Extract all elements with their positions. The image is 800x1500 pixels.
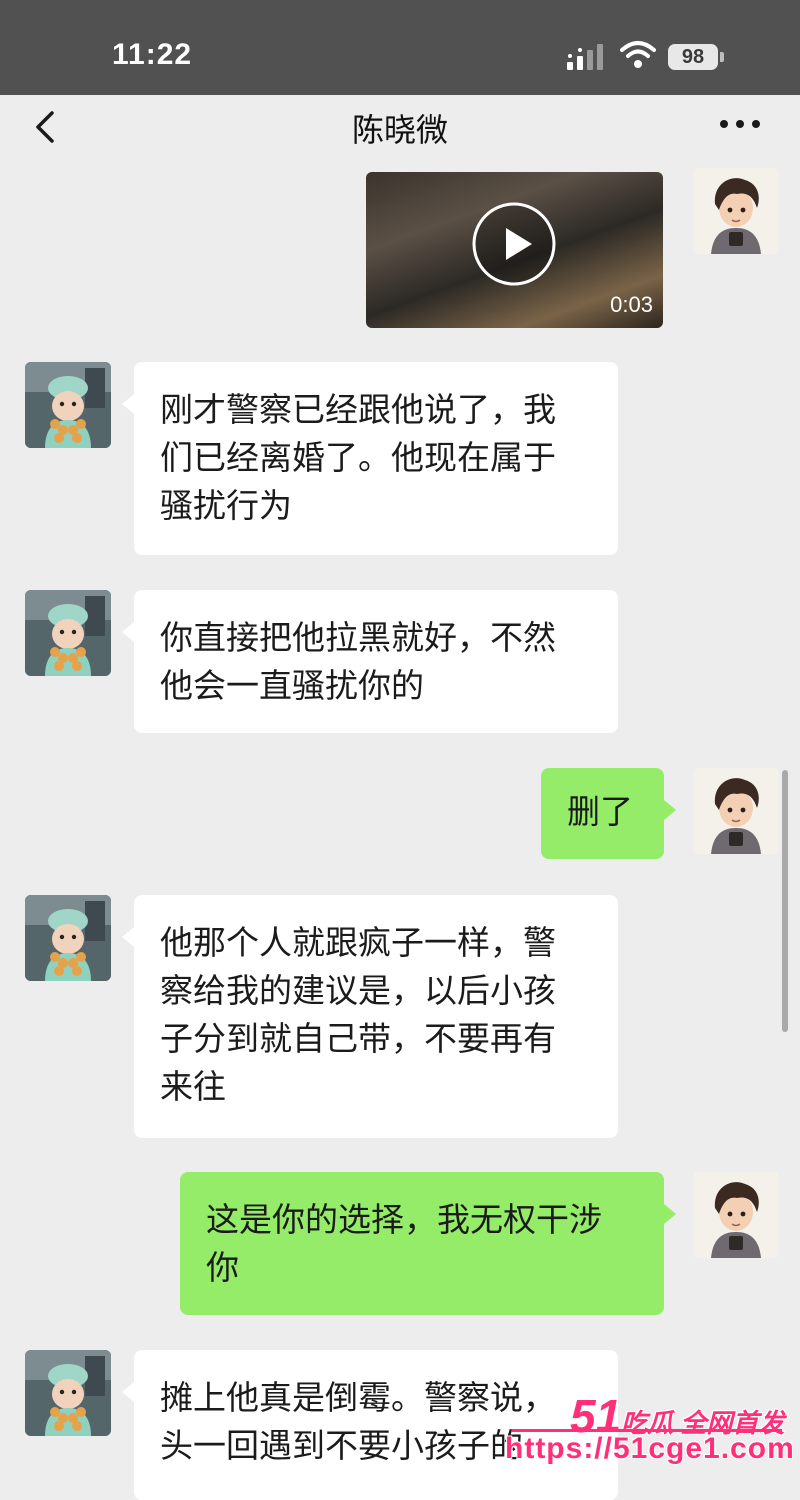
bubble-tail bbox=[122, 394, 134, 414]
bubble-tail bbox=[664, 1204, 676, 1224]
contact-avatar[interactable] bbox=[25, 362, 111, 448]
message-bubble[interactable]: 你直接把他拉黑就好，不然 他会一直骚扰你的 bbox=[134, 590, 618, 733]
self-avatar[interactable] bbox=[693, 1172, 779, 1258]
bubble-tail bbox=[122, 927, 134, 947]
self-avatar[interactable] bbox=[693, 168, 779, 254]
wifi-icon bbox=[620, 41, 656, 68]
cellular-signal-icon bbox=[567, 44, 603, 70]
message-bubble[interactable]: 这是你的选择，我无权干涉 你 bbox=[180, 1172, 664, 1315]
bubble-tail bbox=[122, 1382, 134, 1402]
scrollbar[interactable] bbox=[782, 770, 788, 1032]
battery-icon bbox=[720, 52, 724, 62]
battery-level: 98 bbox=[668, 44, 718, 70]
self-avatar[interactable] bbox=[693, 768, 779, 854]
message-bubble[interactable]: 刚才警察已经跟他说了，我 们已经离婚了。他现在属于 骚扰行为 bbox=[134, 362, 618, 555]
watermark-url: https://51cge1.com bbox=[505, 1432, 795, 1465]
message-bubble[interactable]: 摊上他真是倒霉。警察说， 头一回遇到不要小孩子的 bbox=[134, 1350, 618, 1500]
contact-avatar[interactable] bbox=[25, 590, 111, 676]
message-bubble[interactable]: 删了 bbox=[541, 768, 664, 859]
bubble-tail bbox=[664, 800, 676, 820]
status-bar: 11:22 98 bbox=[0, 0, 800, 95]
status-time: 11:22 bbox=[112, 38, 193, 71]
video-message[interactable]: 0:03 bbox=[366, 172, 663, 328]
chat-header: 陈晓微 bbox=[0, 95, 800, 165]
contact-avatar[interactable] bbox=[25, 895, 111, 981]
chat-title: 陈晓微 bbox=[351, 111, 448, 149]
video-duration: 0:03 bbox=[610, 292, 653, 317]
message-bubble[interactable]: 他那个人就跟疯子一样，警 察给我的建议是，以后小孩 子分到就自己带，不要再有 来… bbox=[134, 895, 618, 1138]
bubble-tail bbox=[122, 622, 134, 642]
more-icon[interactable] bbox=[718, 117, 762, 131]
contact-avatar[interactable] bbox=[25, 1350, 111, 1436]
play-icon bbox=[472, 202, 556, 286]
